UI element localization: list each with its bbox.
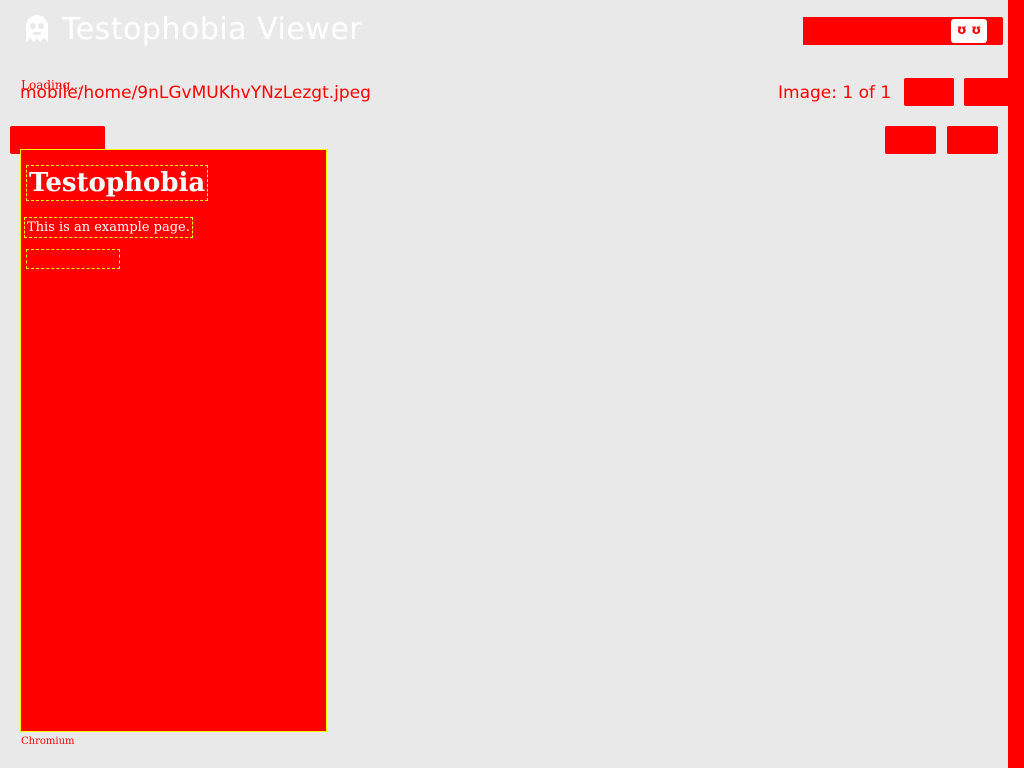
zoom-in-button[interactable]: [947, 126, 998, 154]
app-header: Testophobia Viewer ʊ ʊ: [0, 0, 1008, 62]
next-image-button[interactable]: [964, 78, 1014, 106]
preview-paragraph: This is an example page.: [24, 217, 193, 238]
header-controls: ʊ ʊ: [803, 17, 1003, 45]
reload-button[interactable]: ʊ ʊ: [951, 19, 987, 43]
browser-select[interactable]: [803, 17, 950, 45]
zoom-out-button[interactable]: [885, 126, 936, 154]
file-path: mobile/home/9nLGvMUKhvYNzLezgt.jpeg: [20, 83, 371, 103]
preview-heading: Testophobia: [25, 165, 209, 201]
preview-link: [26, 249, 120, 269]
vertical-scrollbar[interactable]: [1008, 0, 1024, 768]
screenshot-preview: Testophobia This is an example page.: [20, 149, 327, 732]
ghost-icon: [26, 15, 48, 42]
previous-image-button[interactable]: [904, 78, 954, 106]
image-counter: Image: 1 of 1: [778, 83, 892, 103]
viewer-page: Testophobia Viewer ʊ ʊ Loading... mobile…: [0, 0, 1024, 768]
browser-caption: Chromium: [21, 736, 75, 747]
app-title: Testophobia Viewer: [62, 12, 363, 47]
